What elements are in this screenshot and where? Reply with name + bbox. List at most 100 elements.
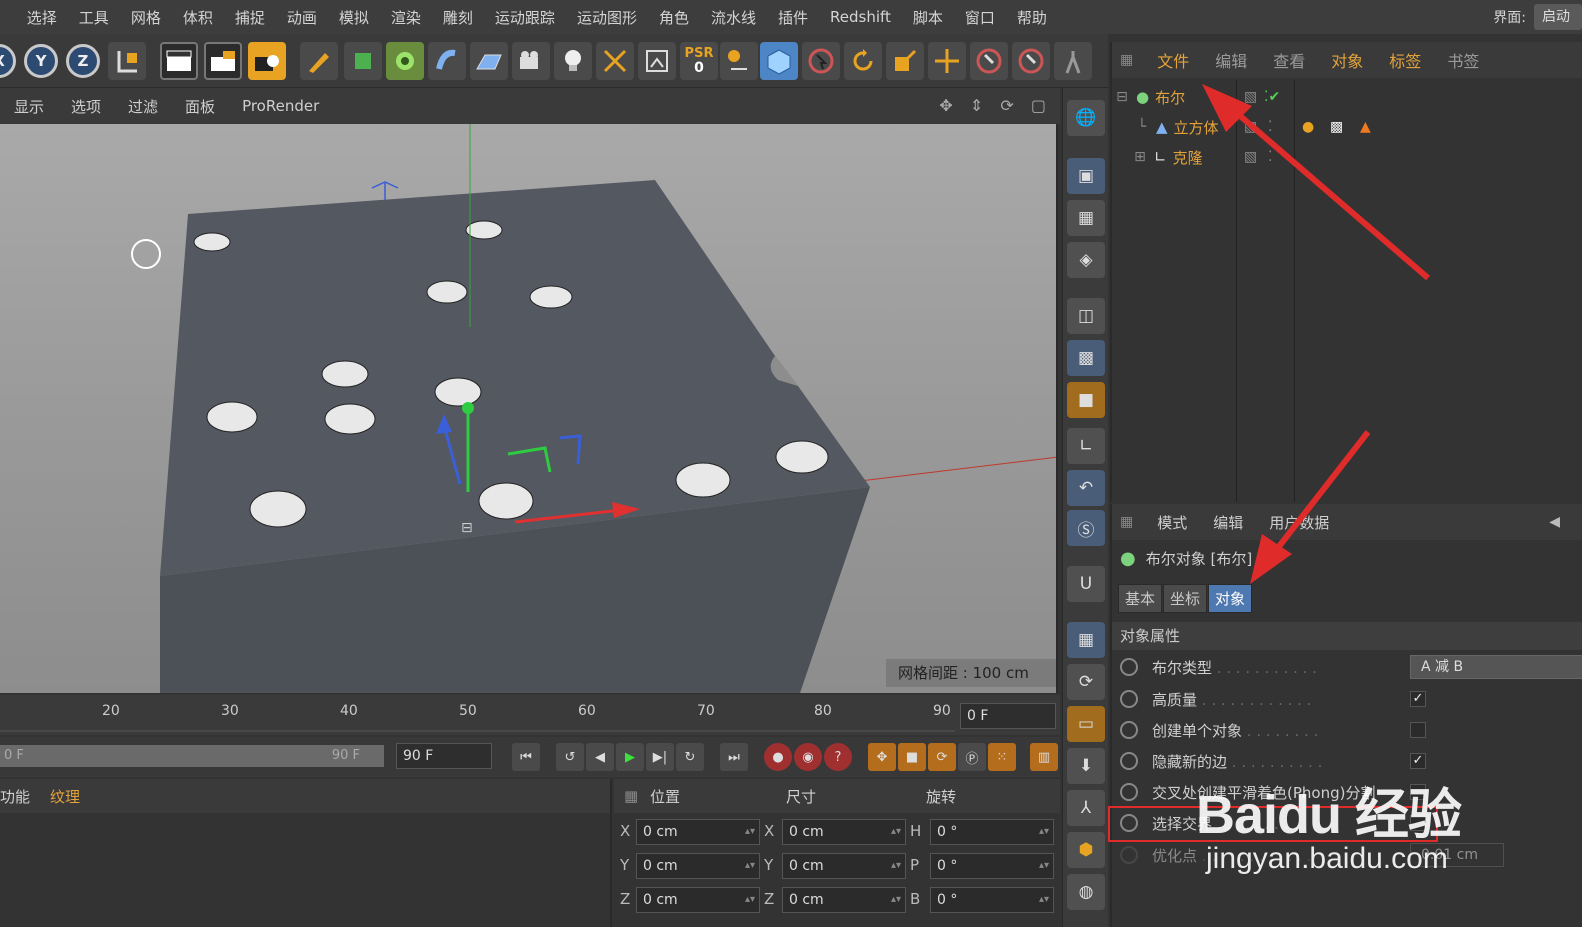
next-frame-button[interactable]: ▶|: [646, 743, 674, 771]
animate-radio[interactable]: [1120, 846, 1138, 864]
boole-type-select[interactable]: A 减 B: [1410, 655, 1582, 679]
axis-mode-button[interactable]: ∟: [1067, 428, 1105, 464]
workplane-mode-button[interactable]: ◈: [1067, 242, 1105, 278]
next-key-button[interactable]: ↻: [676, 743, 704, 771]
rot-h-field[interactable]: 0 ° ▴▾: [930, 819, 1054, 845]
rotate-tool-button[interactable]: [844, 42, 882, 80]
solo-mode-button[interactable]: Ⓢ: [1067, 510, 1105, 546]
record-active-button[interactable]: ●: [764, 743, 792, 771]
workplane-align-button[interactable]: ⟳: [1067, 664, 1105, 700]
size-z-field[interactable]: 0 cm ▴▾: [782, 887, 906, 913]
rot-b-field[interactable]: 0 ° ▴▾: [930, 887, 1054, 913]
om-menu-bookmarks[interactable]: 书签: [1433, 48, 1491, 72]
menu-tools[interactable]: 工具: [68, 7, 120, 28]
previous-frame-button[interactable]: ◀: [586, 743, 614, 771]
menu-help[interactable]: 帮助: [1006, 7, 1058, 28]
axis-center-button[interactable]: ⅄: [1067, 790, 1105, 826]
light-button[interactable]: [554, 42, 592, 80]
scale-tool-button[interactable]: [886, 42, 924, 80]
tab-basic[interactable]: 基本: [1118, 584, 1163, 613]
hide-new-edges-checkbox[interactable]: ✓: [1410, 753, 1426, 769]
tree-collapse-icon[interactable]: ⊟: [1112, 89, 1132, 105]
coordinate-system-button[interactable]: [108, 42, 146, 80]
key-position-button[interactable]: ✥: [868, 743, 896, 771]
menu-redshift[interactable]: Redshift: [819, 8, 902, 26]
play-button[interactable]: ▶: [616, 743, 644, 771]
camera-button[interactable]: [512, 42, 550, 80]
viewport-menu-panel[interactable]: 面板: [171, 96, 228, 117]
size-y-field[interactable]: 0 cm ▴▾: [782, 853, 906, 879]
menu-pipeline[interactable]: 流水线: [700, 7, 767, 28]
om-menu-file[interactable]: 文件: [1143, 48, 1201, 72]
model-mode-button[interactable]: [760, 42, 798, 80]
timeline-ruler[interactable]: 20 30 40 50 60 70 80 90 0 F: [0, 695, 1060, 735]
size-x-field[interactable]: 0 cm ▴▾: [782, 819, 906, 845]
pos-y-field[interactable]: 0 cm ▴▾: [636, 853, 760, 879]
animate-radio[interactable]: [1120, 690, 1138, 708]
go-to-end-button[interactable]: ⏭: [720, 743, 748, 771]
autokey-button[interactable]: ◉: [794, 743, 822, 771]
animate-radio[interactable]: [1120, 658, 1138, 676]
axis-z-lock-button[interactable]: Z: [66, 44, 100, 78]
viewport-solo-button[interactable]: ▭: [1067, 706, 1105, 742]
workplane-lock-button[interactable]: ▦: [1067, 622, 1105, 658]
polygons-mode-button[interactable]: ■: [1067, 382, 1105, 418]
menu-volume[interactable]: 体积: [172, 7, 224, 28]
menu-animate[interactable]: 动画: [276, 7, 328, 28]
menu-render[interactable]: 渲染: [380, 7, 432, 28]
menu-mesh[interactable]: 网格: [120, 7, 172, 28]
object-button[interactable]: ⬢: [1067, 832, 1105, 868]
om-menu-view[interactable]: 查看: [1259, 48, 1317, 72]
menu-snap[interactable]: 捕捉: [224, 7, 276, 28]
pos-x-field[interactable]: 0 cm ▴▾: [636, 819, 760, 845]
character-tool-button[interactable]: [1054, 42, 1092, 80]
sphere-button[interactable]: ◍: [1067, 874, 1105, 910]
go-to-start-button[interactable]: ⏮: [512, 743, 540, 771]
deformer-button[interactable]: [428, 42, 466, 80]
subdivision-button[interactable]: [386, 42, 424, 80]
interface-layout-select[interactable]: 启动: [1534, 4, 1582, 30]
animate-radio[interactable]: [1120, 721, 1138, 739]
menu-plugins[interactable]: 插件: [767, 7, 819, 28]
axis-y-lock-button[interactable]: Y: [24, 44, 58, 78]
texture-mode-button[interactable]: ▦: [1067, 200, 1105, 236]
spinner-icon[interactable]: ▴▾: [1039, 888, 1049, 912]
psr-button[interactable]: PSR 0: [680, 42, 718, 80]
back-arrow-icon[interactable]: ◀: [1549, 514, 1560, 530]
om-menu-edit[interactable]: 编辑: [1201, 48, 1259, 72]
spinner-icon[interactable]: ▴▾: [745, 888, 755, 912]
timeline-window-button[interactable]: ▥: [1030, 743, 1058, 771]
cube-primitive-button[interactable]: [344, 42, 382, 80]
spinner-icon[interactable]: ▴▾: [891, 820, 901, 844]
selection-tool-button[interactable]: [970, 42, 1008, 80]
menu-select[interactable]: 选择: [16, 7, 68, 28]
render-to-picture-viewer-button[interactable]: [204, 42, 242, 80]
3d-viewport[interactable]: ⊟ 网格间距 : 100 cm: [0, 124, 1058, 693]
viewport-menu-prorender[interactable]: ProRender: [228, 97, 332, 115]
menu-sculpt[interactable]: 雕刻: [432, 7, 484, 28]
make-editable-button[interactable]: 🌐: [1067, 100, 1105, 136]
menu-item-partial[interactable]: [0, 8, 16, 26]
menu-character[interactable]: 角色: [648, 7, 700, 28]
key-parameter-button[interactable]: Ⓟ: [958, 743, 986, 771]
previous-key-button[interactable]: ↺: [556, 743, 584, 771]
snap-toggle-button[interactable]: U: [1067, 566, 1105, 602]
key-pla-button[interactable]: ⁙: [988, 743, 1016, 771]
om-menu-tags[interactable]: 标签: [1375, 48, 1433, 72]
spinner-icon[interactable]: ▴▾: [1039, 820, 1049, 844]
points-mode-button[interactable]: ◫: [1067, 298, 1105, 334]
spinner-icon[interactable]: ▴▾: [891, 854, 901, 878]
key-scale-button[interactable]: ■: [898, 743, 926, 771]
tree-expand-icon[interactable]: ⊞: [1130, 149, 1150, 165]
spinner-icon[interactable]: ▴▾: [1039, 854, 1049, 878]
model-mode-palette-button[interactable]: ▣: [1067, 158, 1105, 194]
enable-axis-button[interactable]: [720, 42, 758, 80]
move-tool-button[interactable]: [928, 42, 966, 80]
create-single-object-checkbox[interactable]: [1410, 722, 1426, 738]
key-rotation-button[interactable]: ⟳: [928, 743, 956, 771]
pos-z-field[interactable]: 0 cm ▴▾: [636, 887, 760, 913]
animate-radio[interactable]: [1120, 783, 1138, 801]
move-tool-toggle-button[interactable]: [596, 42, 634, 80]
render-settings-button[interactable]: [248, 42, 286, 80]
tweak-mode-button[interactable]: ↶: [1067, 470, 1105, 506]
